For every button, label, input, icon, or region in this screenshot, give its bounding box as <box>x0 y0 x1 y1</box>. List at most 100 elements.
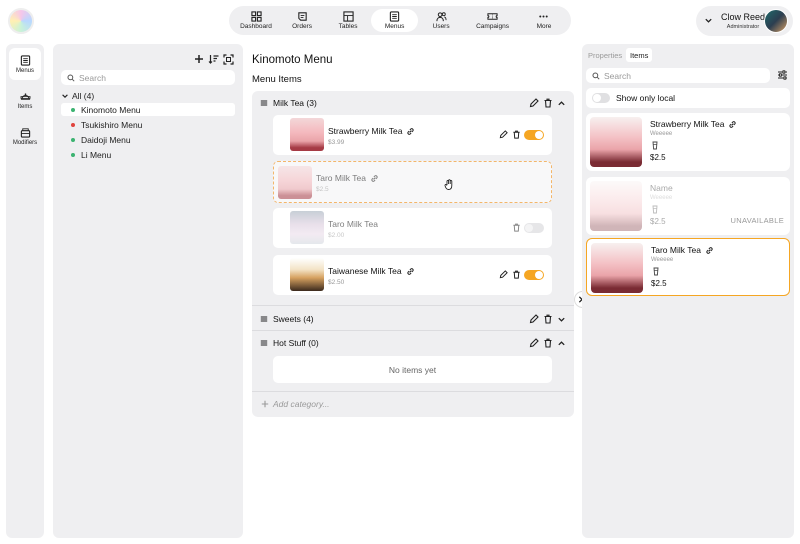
plus-icon <box>261 400 269 408</box>
trash-icon[interactable] <box>512 223 521 232</box>
library-item-card[interactable]: Name Weeeee $2.5 UNAVAILABLE <box>586 177 790 235</box>
menu-item-card[interactable]: Strawberry Milk Tea $3.99 <box>273 115 552 155</box>
trash-icon[interactable] <box>543 338 553 348</box>
category-header-sweets[interactable]: Sweets (4) <box>260 312 566 326</box>
user-menu[interactable]: Clow Reed Administrator <box>696 6 793 36</box>
add-icon[interactable] <box>194 54 204 64</box>
cup-icon <box>653 267 659 276</box>
cup-icon <box>652 141 658 150</box>
menu-label: Daidoji Menu <box>81 134 131 145</box>
rail-item-menus[interactable]: Menus <box>9 48 41 80</box>
more-dots-icon <box>539 15 549 18</box>
app-logo[interactable] <box>8 8 34 34</box>
availability-toggle[interactable] <box>524 270 544 280</box>
sort-icon[interactable] <box>208 54 219 64</box>
nav-orders[interactable]: Orders <box>279 9 325 32</box>
item-description: Weeeee <box>650 195 673 201</box>
chevron-up-icon[interactable] <box>557 99 566 108</box>
items-search[interactable] <box>586 68 770 83</box>
filter-sliders-icon[interactable] <box>777 70 788 80</box>
category-header-milk-tea[interactable]: Milk Tea (3) <box>260 96 566 110</box>
menu-items-box: Milk Tea (3) Strawberry Milk Tea $3.99 T… <box>252 91 574 417</box>
trash-icon[interactable] <box>543 314 553 324</box>
item-description: Weeeee <box>651 257 674 263</box>
menus-icon <box>389 11 400 22</box>
nav-label: More <box>536 23 552 30</box>
trash-icon[interactable] <box>543 98 553 108</box>
nav-label: Campaigns <box>476 23 509 30</box>
edit-pencil-icon[interactable] <box>529 314 539 324</box>
tables-icon <box>342 11 354 22</box>
availability-toggle[interactable] <box>524 130 544 140</box>
status-dot <box>71 122 75 127</box>
menu-item-card[interactable]: Taro Milk Tea $2.00 <box>273 208 552 248</box>
drag-ghost-card: Taro Milk Tea $2.5 <box>273 161 552 203</box>
empty-state: No items yet <box>273 356 552 383</box>
menu-item-li[interactable]: Li Menu <box>61 148 235 161</box>
chevron-down-icon <box>62 94 68 98</box>
link-icon[interactable] <box>406 127 415 136</box>
availability-toggle[interactable] <box>524 223 544 233</box>
category-name: Hot Stuff (0) <box>273 338 319 348</box>
trash-icon[interactable] <box>512 270 521 279</box>
category-name: Sweets (4) <box>273 314 314 324</box>
show-only-local-toggle[interactable] <box>592 93 610 103</box>
category-header-hot-stuff[interactable]: Hot Stuff (0) <box>260 336 566 350</box>
link-icon[interactable] <box>728 120 737 129</box>
edit-pencil-icon[interactable] <box>529 98 539 108</box>
library-item-card[interactable]: Taro Milk Tea Weeeee $2.5 <box>586 238 790 296</box>
search-icon <box>67 73 75 82</box>
items-search-input[interactable] <box>604 70 724 81</box>
item-price: $2.5 <box>651 279 667 288</box>
nav-tables[interactable]: Tables <box>325 9 371 32</box>
status-dot <box>71 107 75 112</box>
menu-item-card[interactable]: Taiwanese Milk Tea $2.50 <box>273 255 552 295</box>
top-navigation: Dashboard Orders Tables Menus Users Camp… <box>229 6 571 35</box>
drag-handle-icon[interactable] <box>260 315 268 323</box>
menu-item-kinomoto[interactable]: Kinomoto Menu <box>61 103 235 116</box>
item-name: Strawberry Milk Tea <box>328 126 403 136</box>
edit-pencil-icon[interactable] <box>499 130 508 139</box>
link-icon <box>371 174 378 182</box>
drag-handle-icon[interactable] <box>260 99 268 107</box>
tree-all[interactable]: All (4) <box>61 91 94 101</box>
item-price: $2.5 <box>650 217 666 226</box>
tab-items[interactable]: Items <box>626 48 653 62</box>
trash-icon[interactable] <box>512 130 521 139</box>
scan-icon[interactable] <box>223 54 234 65</box>
edit-pencil-icon[interactable] <box>499 270 508 279</box>
drag-handle-icon[interactable] <box>260 339 268 347</box>
menus-search[interactable] <box>61 70 235 85</box>
link-icon[interactable] <box>705 246 714 255</box>
section-subtitle: Menu Items <box>252 74 302 85</box>
nav-more[interactable]: More <box>521 9 567 32</box>
tab-properties[interactable]: Properties <box>584 48 626 62</box>
nav-dashboard[interactable]: Dashboard <box>233 9 279 32</box>
item-price: $2.5 <box>650 153 666 162</box>
nav-label: Users <box>432 23 450 30</box>
category-name: Milk Tea (3) <box>273 98 317 108</box>
item-thumbnail <box>290 211 324 244</box>
add-category-button[interactable]: Add category... <box>261 399 330 409</box>
edit-pencil-icon[interactable] <box>529 338 539 348</box>
tree-all-label: All (4) <box>72 91 95 101</box>
cloche-icon <box>20 92 30 100</box>
menus-search-input[interactable] <box>79 72 199 83</box>
item-thumbnail <box>290 258 324 291</box>
link-icon[interactable] <box>406 267 415 276</box>
divider <box>252 330 574 331</box>
nav-campaigns[interactable]: Campaigns <box>464 9 521 32</box>
rail-item-items[interactable]: Items <box>9 84 41 116</box>
library-item-card[interactable]: Strawberry Milk Tea Weeeee $2.5 <box>586 113 790 171</box>
menu-item-tsukishiro[interactable]: Tsukishiro Menu <box>61 118 235 131</box>
grab-cursor-icon <box>444 179 453 190</box>
show-only-local[interactable]: Show only local <box>586 88 790 108</box>
rail-item-modifiers[interactable]: Modifiers <box>9 120 41 152</box>
nav-users[interactable]: Users <box>418 9 464 32</box>
menus-panel: All (4) Kinomoto Menu Tsukishiro Menu Da… <box>53 44 243 538</box>
chevron-up-icon[interactable] <box>557 339 566 348</box>
basket-icon <box>20 127 30 138</box>
nav-menus[interactable]: Menus <box>371 9 419 32</box>
chevron-down-icon[interactable] <box>557 315 566 324</box>
menu-item-daidoji[interactable]: Daidoji Menu <box>61 133 235 146</box>
